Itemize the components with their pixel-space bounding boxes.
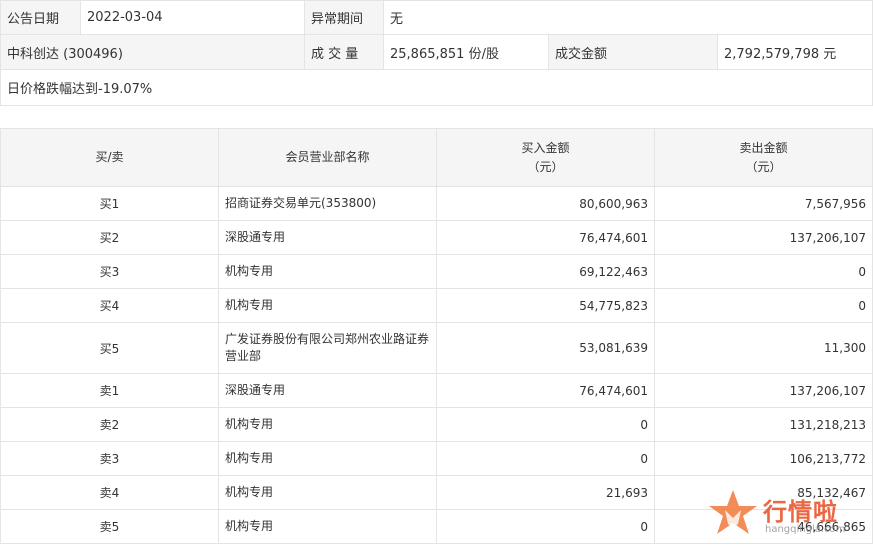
row-buy-amount: 0 xyxy=(436,441,655,476)
amount-label: 成交金额 xyxy=(548,34,718,70)
row-side: 买4 xyxy=(0,288,219,323)
row-side: 买2 xyxy=(0,220,219,255)
row-side: 买3 xyxy=(0,254,219,289)
header-buy-amount-line2: （元） xyxy=(527,159,564,174)
row-side: 卖1 xyxy=(0,373,219,408)
row-buy-amount: 54,775,823 xyxy=(436,288,655,323)
row-buy-amount: 69,122,463 xyxy=(436,254,655,289)
header-side: 买/卖 xyxy=(0,128,219,187)
row-broker-name: 机构专用 xyxy=(218,475,437,510)
watermark-logo: 行情啦 hangqingla.com xyxy=(705,488,873,540)
row-sell-amount: 137,206,107 xyxy=(654,220,873,255)
row-side: 买5 xyxy=(0,322,219,374)
row-side: 卖2 xyxy=(0,407,219,442)
header-sell-amount: 卖出金额 （元） xyxy=(654,128,873,187)
info-row-stock: 中科创达 (300496) 成 交 量 25,865,851 份/股 成交金额 … xyxy=(0,34,873,70)
table-row: 买3 机构专用 69,122,463 0 xyxy=(0,254,873,289)
announcement-info-table: 公告日期 2022-03-04 异常期间 无 中科创达 (300496) 成 交… xyxy=(0,0,873,106)
date-label: 公告日期 xyxy=(0,0,81,35)
row-side: 卖4 xyxy=(0,475,219,510)
row-side: 卖5 xyxy=(0,509,219,544)
row-buy-amount: 21,693 xyxy=(436,475,655,510)
watermark-text: 行情啦 xyxy=(763,498,838,526)
row-side: 买1 xyxy=(0,186,219,221)
row-sell-amount: 0 xyxy=(654,288,873,323)
row-buy-amount: 0 xyxy=(436,407,655,442)
volume-value: 25,865,851 份/股 xyxy=(383,34,549,70)
info-row-date: 公告日期 2022-03-04 异常期间 无 xyxy=(0,0,873,35)
row-broker-name: 深股通专用 xyxy=(218,373,437,408)
watermark-subtext: hangqingla.com xyxy=(765,524,846,535)
row-sell-amount: 137,206,107 xyxy=(654,373,873,408)
row-buy-amount: 76,474,601 xyxy=(436,220,655,255)
table-row: 卖3 机构专用 0 106,213,772 xyxy=(0,441,873,476)
row-broker-name: 深股通专用 xyxy=(218,220,437,255)
reason-text: 日价格跌幅达到-19.07% xyxy=(0,69,873,106)
table-row: 买5 广发证券股份有限公司郑州农业路证券营业部 53,081,639 11,30… xyxy=(0,322,873,374)
table-row: 买4 机构专用 54,775,823 0 xyxy=(0,288,873,323)
row-broker-name: 机构专用 xyxy=(218,288,437,323)
table-row: 卖1 深股通专用 76,474,601 137,206,107 xyxy=(0,373,873,408)
row-broker-name: 机构专用 xyxy=(218,509,437,544)
table-row: 卖2 机构专用 0 131,218,213 xyxy=(0,407,873,442)
row-buy-amount: 80,600,963 xyxy=(436,186,655,221)
table-row: 买1 招商证券交易单元(353800) 80,600,963 7,567,956 xyxy=(0,186,873,221)
fox-logo-icon xyxy=(709,490,757,534)
date-value: 2022-03-04 xyxy=(80,0,305,35)
table-row: 买2 深股通专用 76,474,601 137,206,107 xyxy=(0,220,873,255)
row-buy-amount: 53,081,639 xyxy=(436,322,655,374)
row-buy-amount: 76,474,601 xyxy=(436,373,655,408)
header-sell-amount-line2: （元） xyxy=(745,159,782,174)
table-header-row: 买/卖 会员营业部名称 买入金额 （元） 卖出金额 （元） xyxy=(0,128,873,187)
row-broker-name: 机构专用 xyxy=(218,441,437,476)
amount-value: 2,792,579,798 元 xyxy=(717,34,873,70)
row-buy-amount: 0 xyxy=(436,509,655,544)
info-row-reason: 日价格跌幅达到-19.07% xyxy=(0,69,873,106)
row-side: 卖3 xyxy=(0,441,219,476)
header-sell-amount-line1: 卖出金额 xyxy=(739,140,788,155)
row-sell-amount: 131,218,213 xyxy=(654,407,873,442)
row-sell-amount: 7,567,956 xyxy=(654,186,873,221)
row-sell-amount: 11,300 xyxy=(654,322,873,374)
row-broker-name: 机构专用 xyxy=(218,254,437,289)
period-label: 异常期间 xyxy=(304,0,384,35)
header-buy-amount-line1: 买入金额 xyxy=(521,140,570,155)
broker-trades-table: 买/卖 会员营业部名称 买入金额 （元） 卖出金额 （元） 买1 招商证券交易单… xyxy=(0,128,873,544)
stock-name: 中科创达 (300496) xyxy=(0,34,305,70)
row-broker-name: 广发证券股份有限公司郑州农业路证券营业部 xyxy=(218,322,437,374)
header-buy-amount: 买入金额 （元） xyxy=(436,128,655,187)
row-broker-name: 招商证券交易单元(353800) xyxy=(218,186,437,221)
row-sell-amount: 106,213,772 xyxy=(654,441,873,476)
volume-label: 成 交 量 xyxy=(304,34,384,70)
row-broker-name: 机构专用 xyxy=(218,407,437,442)
period-value: 无 xyxy=(383,0,873,35)
header-broker-name: 会员营业部名称 xyxy=(218,128,437,187)
row-sell-amount: 0 xyxy=(654,254,873,289)
